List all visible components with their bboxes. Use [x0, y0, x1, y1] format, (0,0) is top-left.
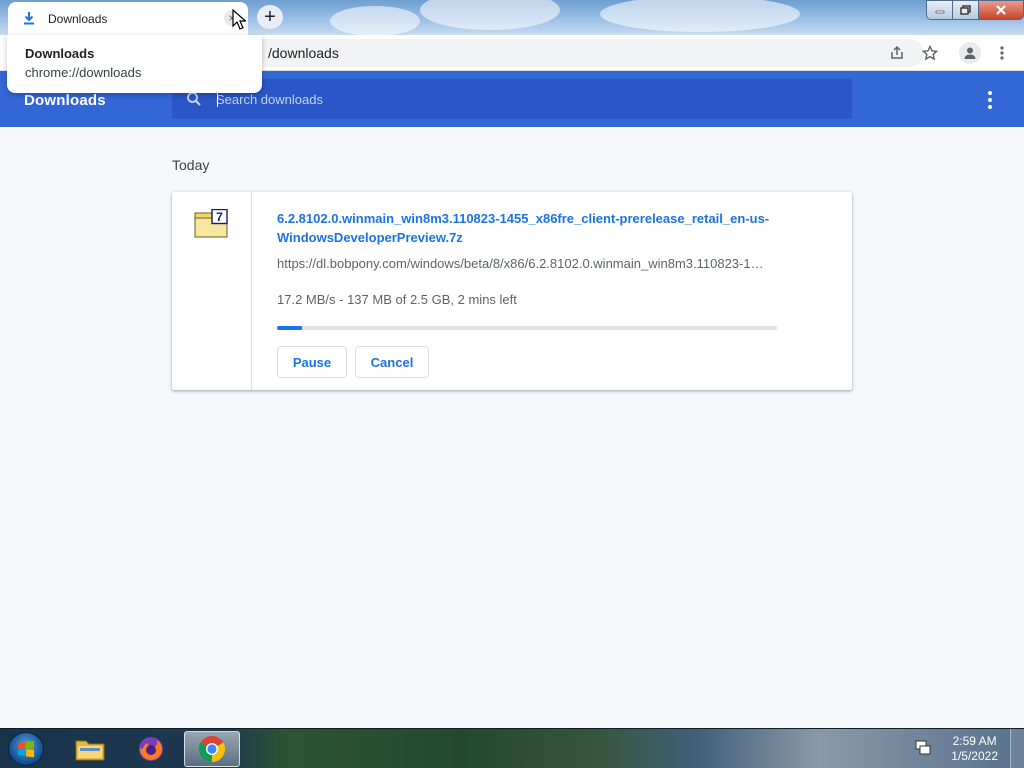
chrome-icon	[198, 736, 226, 763]
download-status-text: 17.2 MB/s - 137 MB of 2.5 GB, 2 mins lef…	[277, 292, 517, 307]
taskbar-file-explorer[interactable]	[62, 731, 118, 767]
new-tab-button[interactable]: +	[257, 5, 283, 29]
share-icon[interactable]	[887, 43, 907, 63]
cancel-button[interactable]: Cancel	[355, 346, 429, 378]
hover-card-url: chrome://downloads	[25, 65, 142, 80]
download-item-card: 7 6.2.8102.0.winmain_win8m3.110823-1455_…	[172, 192, 852, 390]
minimize-icon	[935, 10, 944, 14]
profile-icon[interactable]	[959, 42, 981, 64]
search-box[interactable]	[172, 79, 852, 119]
page-title: Downloads	[24, 92, 106, 109]
download-progress-bar	[277, 326, 777, 330]
address-bar-text: /downloads	[268, 45, 339, 61]
download-file-name-link[interactable]: 6.2.8102.0.winmain_win8m3.110823-1455_x8…	[277, 209, 777, 247]
pause-button[interactable]: Pause	[277, 346, 347, 378]
download-source-url[interactable]: https://dl.bobpony.com/windows/beta/8/x8…	[277, 256, 777, 271]
windows-logo-icon	[18, 740, 34, 758]
file-icon-column: 7	[172, 192, 252, 390]
star-icon[interactable]	[920, 43, 940, 63]
menu-icon[interactable]	[992, 43, 1012, 63]
restore-button[interactable]	[952, 0, 978, 20]
system-clock[interactable]: 2:59 AM 1/5/2022	[951, 734, 998, 764]
taskbar-firefox[interactable]	[123, 731, 179, 767]
dot	[988, 98, 992, 102]
network-icon[interactable]	[914, 740, 932, 761]
firefox-icon	[139, 737, 163, 761]
minimize-button[interactable]	[926, 0, 952, 20]
wallpaper-cloud	[330, 6, 420, 35]
start-button[interactable]	[8, 732, 44, 766]
wallpaper-cloud	[420, 0, 560, 30]
search-icon	[186, 91, 202, 112]
show-desktop-button[interactable]	[1010, 729, 1024, 768]
taskbar-chrome[interactable]	[184, 731, 240, 767]
dot	[988, 91, 992, 95]
date-section-label: Today	[172, 157, 210, 173]
more-actions-button[interactable]	[980, 90, 1000, 110]
plus-icon: +	[264, 6, 276, 28]
tab-title: Downloads	[48, 11, 108, 26]
clock-time: 2:59 AM	[952, 734, 997, 748]
clock-date: 1/5/2022	[951, 749, 998, 763]
close-window-button[interactable]	[978, 0, 1024, 20]
folder-icon	[75, 740, 105, 761]
progress-fill	[277, 326, 302, 330]
download-icon	[22, 12, 36, 26]
restore-icon	[959, 5, 971, 15]
close-icon	[996, 5, 1006, 15]
wallpaper-cloud	[600, 0, 800, 32]
mouse-cursor	[232, 9, 246, 30]
tab-downloads[interactable]: Downloads ×	[8, 2, 248, 35]
windows-taskbar: 2:59 AM 1/5/2022	[0, 728, 1024, 768]
tab-strip: Downloads × +	[0, 0, 1024, 35]
7z-archive-icon: 7	[194, 209, 228, 238]
tab-hover-card: Downloads chrome://downloads	[7, 35, 262, 93]
search-input[interactable]	[216, 89, 816, 109]
hover-card-title: Downloads	[25, 46, 95, 61]
dot	[988, 105, 992, 109]
window-controls	[926, 0, 1024, 20]
svg-text:7: 7	[216, 210, 223, 224]
